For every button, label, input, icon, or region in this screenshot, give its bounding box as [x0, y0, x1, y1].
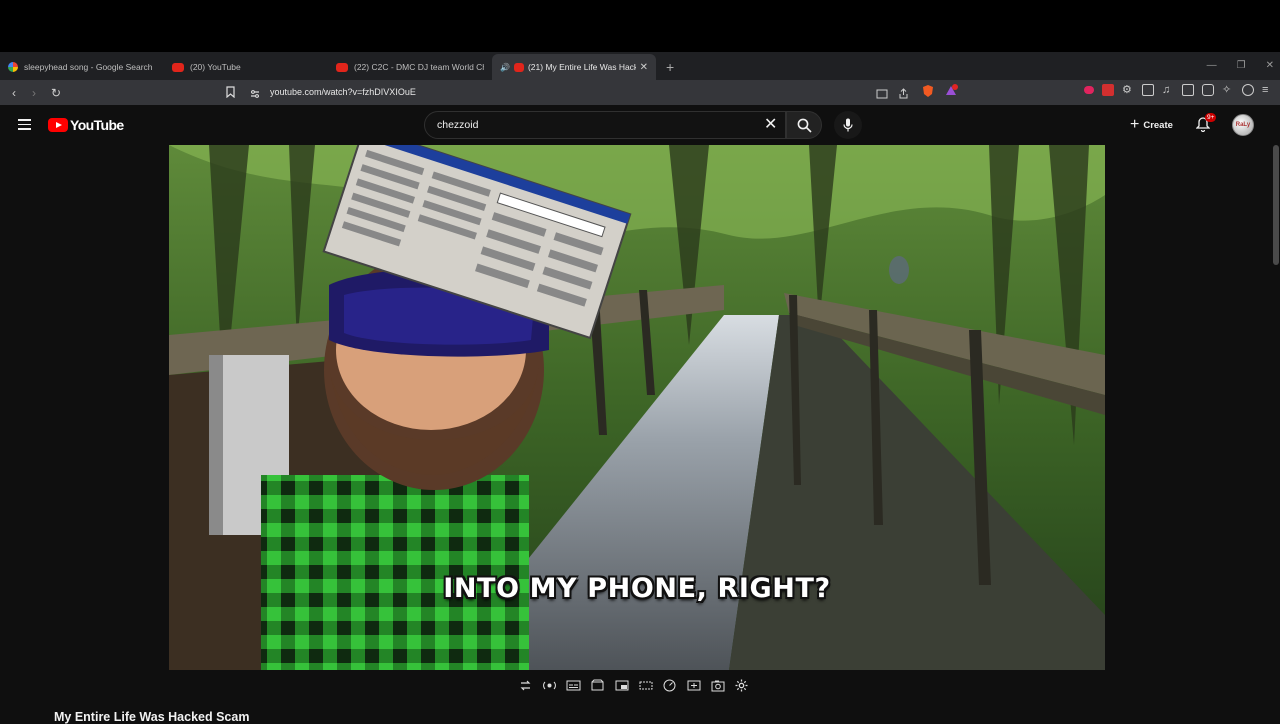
settings-gear-icon[interactable] — [734, 678, 749, 693]
tab-google-search[interactable]: sleepyhead song - Google Search — [0, 54, 164, 80]
theater-icon[interactable] — [638, 678, 653, 693]
restore-icon[interactable]: ❐ — [1237, 60, 1246, 71]
create-button[interactable]: + Create — [1122, 113, 1181, 137]
youtube-play-icon — [48, 118, 68, 132]
frame-step-icon[interactable] — [686, 678, 701, 693]
extension-abp-icon[interactable] — [1102, 84, 1114, 96]
youtube-logo[interactable]: YouTube — [48, 117, 124, 133]
search-icon — [797, 118, 812, 133]
browser-toolbar: ‹ › ↻ youtube.com/watch?v=fzhDIVXIOuE ⚙ … — [0, 80, 1280, 105]
sidebar-icon[interactable] — [1182, 84, 1194, 96]
youtube-header: YouTube ✕ + Create 9+ RaLy — [0, 105, 1280, 145]
tab-label: (20) YouTube — [190, 62, 241, 72]
search-box[interactable] — [424, 111, 786, 139]
video-caption: INTO MY PHONE, RIGHT? — [443, 573, 831, 604]
menu-icon[interactable]: ≡ — [1262, 84, 1274, 96]
youtube-icon — [172, 62, 184, 72]
vpn-icon[interactable] — [1242, 84, 1254, 96]
avatar[interactable]: RaLy — [1232, 114, 1254, 136]
extension-red-icon[interactable] — [1084, 86, 1094, 94]
video-extension-controls — [518, 678, 749, 693]
share-icon[interactable] — [898, 86, 909, 104]
youtube-wordmark: YouTube — [70, 117, 124, 133]
extension-box-icon[interactable] — [1142, 84, 1154, 96]
back-icon[interactable]: ‹ — [4, 86, 24, 100]
tab-strip: sleepyhead song - Google Search (20) You… — [0, 52, 1280, 80]
wallet-icon[interactable] — [1202, 84, 1214, 96]
brave-shield-icon[interactable] — [922, 84, 934, 103]
leo-icon[interactable]: ✧ — [1222, 84, 1234, 96]
clip-icon[interactable] — [590, 678, 605, 693]
loop-icon[interactable] — [518, 678, 533, 693]
tab-label: (21) My Entire Life Was Hack — [527, 62, 636, 72]
create-label: Create — [1143, 119, 1173, 131]
new-tab-button[interactable]: + — [656, 54, 684, 80]
hamburger-menu-icon[interactable] — [18, 119, 31, 133]
google-icon — [8, 62, 18, 72]
search-input[interactable] — [437, 119, 757, 131]
tab-label: (22) C2C - DMC DJ team World Cham — [354, 62, 484, 72]
cast-icon[interactable] — [876, 86, 888, 104]
close-tab-icon[interactable]: ✕ — [640, 62, 648, 73]
youtube-icon — [513, 62, 524, 72]
tab-current-video[interactable]: 🔊 (21) My Entire Life Was Hack ✕ — [492, 54, 656, 80]
reload-icon[interactable]: ↻ — [46, 86, 66, 100]
voice-search-button[interactable] — [834, 111, 862, 139]
extensions-area: ⚙ ♫ ✧ ≡ — [1084, 84, 1274, 96]
address-bar[interactable]: youtube.com/watch?v=fzhDIVXIOuE — [222, 82, 966, 103]
audio-icon[interactable] — [542, 678, 557, 693]
url-text: youtube.com/watch?v=fzhDIVXIOuE — [270, 87, 416, 97]
close-window-icon[interactable]: ✕ — [1266, 60, 1274, 71]
window-controls: — ❐ ✕ — [1207, 52, 1274, 78]
video-player[interactable]: INTO MY PHONE, RIGHT? — [169, 145, 1105, 670]
video-title: My Entire Life Was Hacked Scam — [54, 710, 250, 724]
title-bar-blank — [0, 0, 1280, 52]
clear-search-icon[interactable]: ✕ — [764, 116, 777, 134]
minimize-icon[interactable]: — — [1207, 60, 1217, 71]
tab-c2c-video[interactable]: (22) C2C - DMC DJ team World Cham — [328, 54, 492, 80]
site-info-icon[interactable] — [250, 86, 260, 104]
microphone-icon — [843, 118, 853, 132]
media-icon[interactable]: ♫ — [1162, 84, 1174, 96]
tab-youtube-home[interactable]: (20) YouTube — [164, 54, 328, 80]
page-scrollbar[interactable] — [1273, 145, 1279, 265]
bookmark-icon[interactable] — [226, 85, 235, 103]
tab-label: sleepyhead song - Google Search — [24, 62, 153, 72]
speaker-icon: 🔊 — [500, 62, 510, 72]
plus-icon: + — [1130, 116, 1140, 133]
forward-icon[interactable]: › — [24, 86, 44, 100]
picture-in-picture-icon[interactable] — [614, 678, 629, 693]
youtube-icon — [336, 62, 348, 72]
screenshot-icon[interactable] — [710, 678, 725, 693]
search-button[interactable] — [786, 111, 822, 139]
notification-badge: 9+ — [1205, 113, 1217, 122]
subtitles-icon[interactable] — [566, 678, 581, 693]
brave-rewards-icon[interactable] — [944, 84, 958, 103]
speed-icon[interactable] — [662, 678, 677, 693]
extension-puzzle-icon[interactable]: ⚙ — [1122, 84, 1134, 96]
